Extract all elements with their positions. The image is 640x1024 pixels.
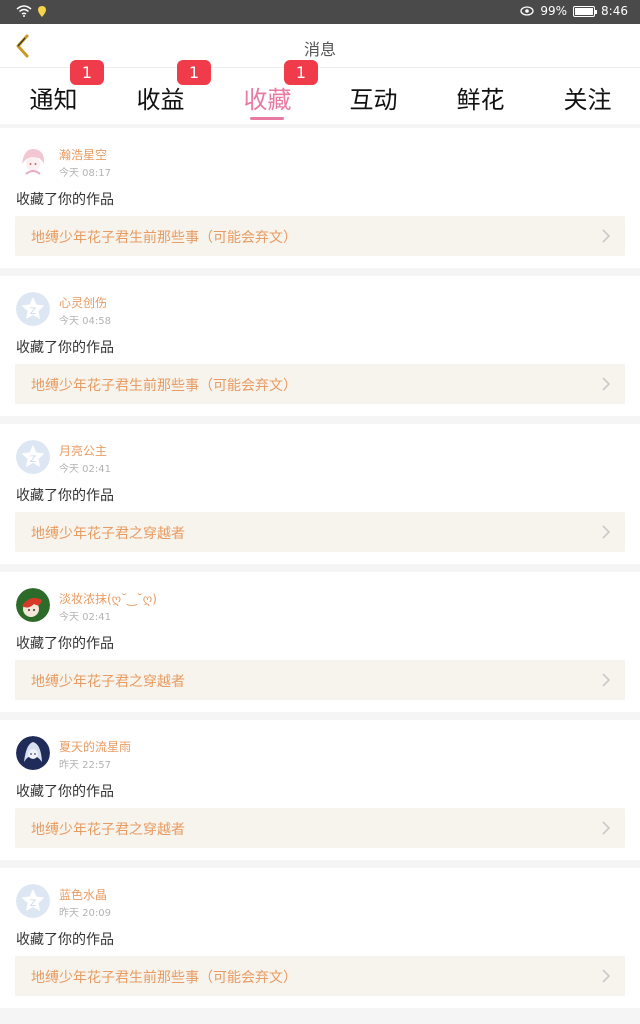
timestamp: 今天 08:17: [59, 168, 111, 179]
tab-badge: 1: [70, 60, 104, 85]
timestamp: 今天 02:41: [59, 612, 111, 623]
chevron-right-icon: [601, 672, 611, 688]
chevron-right-icon: [601, 524, 611, 540]
work-link[interactable]: 地缚少年花子君生前那些事（可能会弃文）: [15, 956, 625, 996]
username[interactable]: 夏天的流星雨: [59, 738, 131, 755]
chevron-right-icon: [601, 376, 611, 392]
notification-card: Z 蓝色水晶昨天 20:09 收藏了你的作品地缚少年花子君生前那些事（可能会弃文）: [0, 868, 640, 1008]
notification-card: Z 心灵创伤今天 04:58 收藏了你的作品地缚少年花子君生前那些事（可能会弃文）: [0, 276, 640, 416]
work-link[interactable]: 地缚少年花子君之穿越者: [15, 808, 625, 848]
avatar[interactable]: Z: [16, 440, 50, 474]
tab-label: 收益: [136, 86, 185, 114]
avatar[interactable]: Z: [16, 884, 50, 918]
work-title: 地缚少年花子君生前那些事（可能会弃文）: [31, 970, 297, 986]
timestamp: 今天 02:41: [59, 464, 111, 475]
username[interactable]: 瀚浩星空: [59, 146, 107, 163]
notification-card: 淡妆浓抹(ღ˘‿˘ღ) 今天 02:41 收藏了你的作品地缚少年花子君之穿越者: [0, 572, 640, 712]
avatar[interactable]: [16, 144, 50, 178]
tab-label: 通知: [29, 86, 78, 114]
tab-earnings[interactable]: 收益 1: [107, 60, 214, 124]
chevron-right-icon: [601, 820, 611, 836]
action-text: 收藏了你的作品: [16, 340, 114, 356]
username[interactable]: 月亮公主: [59, 442, 107, 459]
avatar[interactable]: [16, 736, 50, 770]
tab-bar: 通知 1 收益 1 收藏 1 互动 鲜花 关注: [0, 60, 640, 124]
chevron-right-icon: [601, 228, 611, 244]
work-title: 地缚少年花子君生前那些事（可能会弃文）: [31, 230, 297, 246]
notification-card: 瀚浩星空今天 08:17 收藏了你的作品地缚少年花子君生前那些事（可能会弃文）: [0, 128, 640, 268]
svg-text:Z: Z: [30, 455, 36, 465]
username[interactable]: 蓝色水晶: [59, 886, 107, 903]
tab-favorites[interactable]: 收藏 1: [214, 60, 321, 124]
battery-percent: 99%: [540, 4, 568, 18]
tab-interaction[interactable]: 互动: [320, 68, 427, 124]
work-link[interactable]: 地缚少年花子君生前那些事（可能会弃文）: [15, 216, 625, 256]
svg-text:Z: Z: [30, 899, 36, 909]
tab-label: 收藏: [243, 86, 292, 114]
tab-label: 互动: [349, 86, 398, 114]
tab-badge: 1: [284, 60, 318, 85]
tab-label: 关注: [563, 86, 612, 114]
username[interactable]: 心灵创伤: [59, 294, 107, 311]
username[interactable]: 淡妆浓抹(ღ˘‿˘ღ): [59, 590, 157, 607]
action-text: 收藏了你的作品: [16, 192, 114, 208]
tab-label: 鲜花: [456, 86, 505, 114]
location-icon: [38, 5, 46, 17]
notification-card: 夏天的流星雨昨天 22:57 收藏了你的作品地缚少年花子君之穿越者: [0, 720, 640, 860]
status-bar: 99% 8:46: [0, 0, 640, 24]
action-text: 收藏了你的作品: [16, 636, 114, 652]
notification-card: Z 月亮公主今天 02:41 收藏了你的作品地缚少年花子君之穿越者: [0, 424, 640, 564]
chevron-right-icon: [601, 968, 611, 984]
avatar[interactable]: Z: [16, 292, 50, 326]
work-title: 地缚少年花子君之穿越者: [31, 526, 185, 542]
action-text: 收藏了你的作品: [16, 784, 114, 800]
tab-flowers[interactable]: 鲜花: [427, 68, 534, 124]
tab-notice[interactable]: 通知 1: [0, 60, 107, 124]
work-title: 地缚少年花子君之穿越者: [31, 822, 185, 838]
timestamp: 昨天 20:09: [59, 908, 111, 919]
work-title: 地缚少年花子君之穿越者: [31, 674, 185, 690]
action-text: 收藏了你的作品: [16, 488, 114, 504]
battery-fill: [575, 7, 593, 15]
tab-follow[interactable]: 关注: [534, 68, 640, 124]
clock: 8:46: [601, 4, 628, 18]
battery-icon: [573, 5, 598, 17]
svg-text:Z: Z: [30, 307, 36, 317]
avatar[interactable]: [16, 588, 50, 622]
work-title: 地缚少年花子君生前那些事（可能会弃文）: [31, 378, 297, 394]
tab-active-indicator: [250, 117, 284, 120]
tab-badge: 1: [177, 60, 211, 85]
wifi-icon: [16, 5, 32, 17]
work-link[interactable]: 地缚少年花子君之穿越者: [15, 660, 625, 700]
page-title: 消息: [303, 40, 336, 59]
eye-icon: [520, 6, 535, 16]
work-link[interactable]: 地缚少年花子君之穿越者: [15, 512, 625, 552]
timestamp: 今天 04:58: [59, 316, 111, 327]
action-text: 收藏了你的作品: [16, 932, 114, 948]
work-link[interactable]: 地缚少年花子君生前那些事（可能会弃文）: [15, 364, 625, 404]
timestamp: 昨天 22:57: [59, 760, 111, 771]
